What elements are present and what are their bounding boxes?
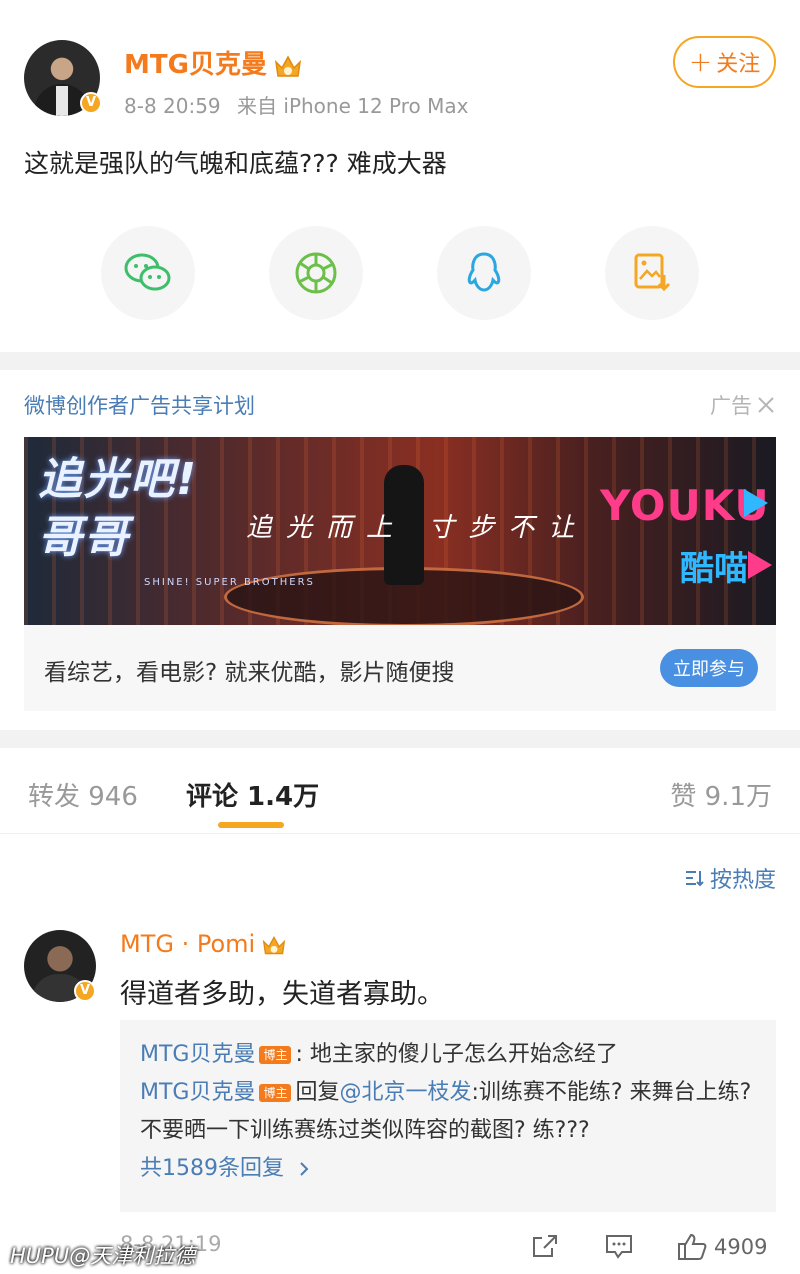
reply-author[interactable]: MTG贝克曼 <box>140 1042 255 1067</box>
sort-button[interactable]: 按热度 <box>684 862 776 894</box>
comment-reply-button[interactable] <box>604 1232 634 1260</box>
more-replies-link[interactable]: 共1589条回复 <box>140 1150 311 1188</box>
ad-cta-button[interactable]: 立即参与 <box>660 649 758 687</box>
qq-icon <box>467 252 501 292</box>
ad-card: 微博创作者广告共享计划 广告 追光吧! 哥哥 SHINE! SUPER BROT… <box>0 370 800 730</box>
vip-crown-icon <box>263 935 286 955</box>
reply-prefix: 回复 <box>295 1080 340 1105</box>
tab-repost[interactable]: 转发 946 <box>28 776 138 813</box>
more-replies-label: 共1589条回复 <box>140 1156 284 1181</box>
share-qq-button[interactable] <box>437 226 531 320</box>
youku-play-icon <box>744 489 768 517</box>
post-author-name[interactable]: MTG贝克曼 <box>124 50 267 80</box>
tab-comments[interactable]: 评论 1.4万 <box>186 776 319 813</box>
reply-item: MTG贝克曼 博主: 地主家的傻儿子怎么开始念经了 <box>140 1036 756 1074</box>
post-author[interactable]: MTG贝克曼 <box>124 44 303 81</box>
vip-crown-icon <box>274 54 302 77</box>
close-icon[interactable] <box>756 395 776 415</box>
save-image-button[interactable] <box>605 226 699 320</box>
replies-box[interactable]: MTG贝克曼 博主: 地主家的傻儿子怎么开始念经了 MTG贝克曼 博主 回复@北京一枝… <box>120 1020 776 1212</box>
follow-label: 关注 <box>716 52 761 77</box>
banner-show-name: 追光吧! 哥哥 <box>38 451 198 567</box>
thumbs-up-icon <box>678 1233 707 1260</box>
plus-icon: + <box>688 45 713 78</box>
comment-share-button[interactable] <box>530 1232 560 1260</box>
post-text: 这就是强队的气魄和底蕴??? 难成大器 <box>24 149 447 178</box>
ad-tag[interactable]: 广告 <box>710 390 776 420</box>
blogger-tag: 博主 <box>259 1084 292 1102</box>
tab-likes[interactable]: 赞 9.1万 <box>670 776 772 813</box>
banner-show-name-line2: 哥哥 <box>38 512 130 563</box>
post-tabs: 转发 946 评论 1.4万 赞 9.1万 <box>0 748 800 834</box>
banner-show-subtitle: SHINE! SUPER BROTHERS <box>144 577 315 588</box>
wechat-icon <box>124 253 171 291</box>
chevron-right-icon <box>300 1162 309 1176</box>
post-source: 来自 iPhone 12 Pro Max <box>237 94 469 118</box>
like-count: 4909 <box>714 1235 768 1259</box>
ad-description-bar[interactable]: 看综艺，看电影? 就来优酷，影片随便搜 立即参与 <box>24 625 776 711</box>
banner-brand-kumiao: 酷喵 <box>680 549 748 589</box>
comment-like-button[interactable]: 4909 <box>676 1232 767 1262</box>
kumiao-play-icon <box>748 551 772 579</box>
sort-label: 按热度 <box>709 868 776 893</box>
reply-item: MTG贝克曼 博主 回复@北京一枝发:训练赛不能练? 来舞台上练? 不要晒一下训练赛… <box>140 1074 756 1150</box>
comments-section: 按热度 V MTG · Pomi 得道者多助，失道者寡助。 MTG贝克曼 博主: … <box>0 834 800 1274</box>
post-card: V MTG贝克曼 8-8 20:59 来自 iPhone 12 Pro Max … <box>0 0 800 352</box>
verified-badge-icon: V <box>80 92 102 114</box>
share-moments-button[interactable] <box>269 226 363 320</box>
blogger-tag: 博主 <box>259 1046 292 1064</box>
comment-text: 得道者多助，失道者寡助。 <box>120 979 444 1010</box>
ad-program-title[interactable]: 微博创作者广告共享计划 <box>24 390 255 420</box>
comment-footer: 8-8 21:19 4909 <box>120 1232 776 1262</box>
share-row <box>0 226 800 320</box>
comment-icon <box>606 1235 632 1259</box>
comment-author[interactable]: MTG · Pomi <box>120 930 287 958</box>
share-wechat-button[interactable] <box>101 226 195 320</box>
share-icon <box>533 1235 557 1257</box>
reply-author[interactable]: MTG贝克曼 <box>140 1080 255 1105</box>
active-tab-indicator <box>218 822 284 828</box>
avatar-shirt <box>56 86 68 116</box>
sort-icon <box>685 871 704 887</box>
post-meta: 8-8 20:59 来自 iPhone 12 Pro Max <box>124 90 469 119</box>
verified-badge-icon: V <box>74 980 96 1002</box>
post-time: 8-8 20:59 <box>124 94 221 118</box>
ad-description: 看综艺，看电影? 就来优酷，影片随便搜 <box>44 660 455 686</box>
moments-icon <box>295 252 337 294</box>
save-image-icon <box>634 253 671 292</box>
watermark: HUPU@天津利拉德 <box>10 1244 196 1268</box>
banner-show-name-line1: 追光吧! <box>38 454 199 505</box>
reply-mention[interactable]: @北京一枝发 <box>340 1080 472 1105</box>
ad-banner-image[interactable]: 追光吧! 哥哥 SHINE! SUPER BROTHERS 追光而上 寸步不让 … <box>24 437 776 625</box>
reply-text: : 地主家的傻儿子怎么开始念经了 <box>295 1042 618 1067</box>
comment-author-name[interactable]: MTG · Pomi <box>120 930 255 958</box>
follow-button[interactable]: + 关注 <box>673 36 776 88</box>
banner-slogan: 追光而上 寸步不让 <box>246 513 589 543</box>
ad-label: 广告 <box>710 394 752 418</box>
